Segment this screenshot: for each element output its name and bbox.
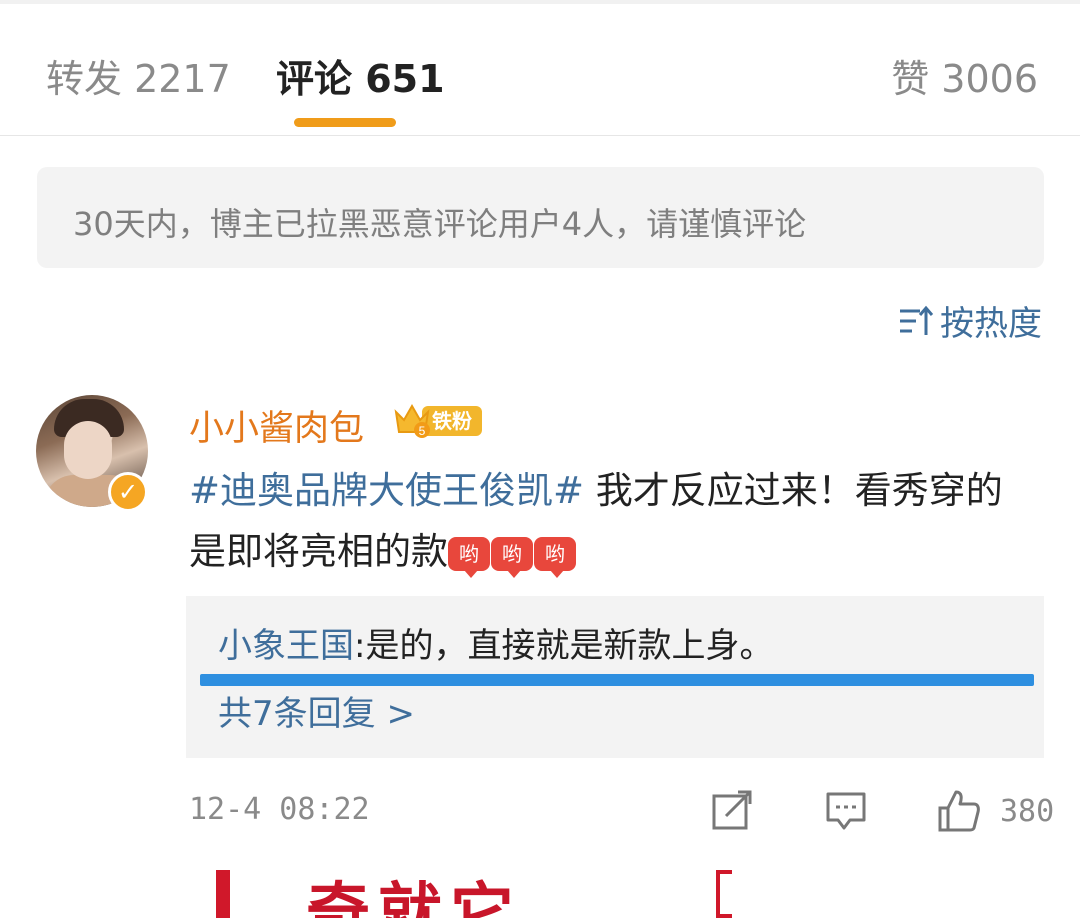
notice-text: 30天内，博主已拉黑恶意评论用户4人，请谨慎评论: [73, 205, 807, 243]
verified-icon: ✓: [108, 472, 148, 512]
reply-item: 小象王国:是的，直接就是新款上身。: [218, 618, 773, 667]
share-icon: [712, 790, 752, 830]
active-tab-indicator: [294, 118, 396, 127]
tab-bar: 转发 2217 评论 651 赞 3006: [0, 4, 1080, 136]
like-button[interactable]: [936, 788, 980, 836]
reply-text: :是的，直接就是新款上身。: [354, 626, 774, 666]
fan-badge[interactable]: 铁粉 5: [392, 400, 486, 440]
comment-notice: 30天内，博主已拉黑恶意评论用户4人，请谨慎评论: [37, 167, 1044, 268]
comment-body: #迪奥品牌大使王俊凯# 我才反应过来！看秀穿的是即将亮相的款哟哟哟: [189, 460, 1039, 582]
image-text: 奇就它: [306, 876, 522, 918]
comment-username[interactable]: 小小酱肉包: [189, 400, 364, 451]
comment-icon: [826, 792, 866, 830]
sort-button[interactable]: 按热度: [898, 296, 1042, 345]
share-button[interactable]: [710, 788, 754, 836]
comment-timestamp: 12-4 08:22: [189, 792, 370, 827]
tab-repost[interactable]: 转发 2217: [46, 48, 231, 103]
view-replies-link[interactable]: 共7条回复 >: [218, 686, 415, 735]
crown-icon: 5: [394, 403, 430, 438]
reply-username[interactable]: 小象王国: [218, 626, 354, 666]
emoji-icon: 哟: [448, 536, 490, 578]
tab-likes[interactable]: 赞 3006: [891, 48, 1038, 103]
topic-link[interactable]: #迪奥品牌大使王俊凯#: [189, 469, 584, 512]
svg-text:5: 5: [419, 424, 426, 438]
comment-button[interactable]: [824, 788, 868, 836]
highlight-underline: [200, 674, 1034, 686]
emoji-icon: 哟: [534, 536, 576, 578]
sort-label: 按热度: [940, 304, 1042, 344]
thumbs-up-icon: [938, 790, 980, 832]
sort-icon: [900, 305, 934, 335]
next-image-preview[interactable]: 奇就它: [186, 856, 746, 918]
tab-comments[interactable]: 评论 651: [276, 48, 445, 103]
emoji-icon: 哟: [491, 536, 533, 578]
like-count: 380: [1000, 794, 1055, 829]
